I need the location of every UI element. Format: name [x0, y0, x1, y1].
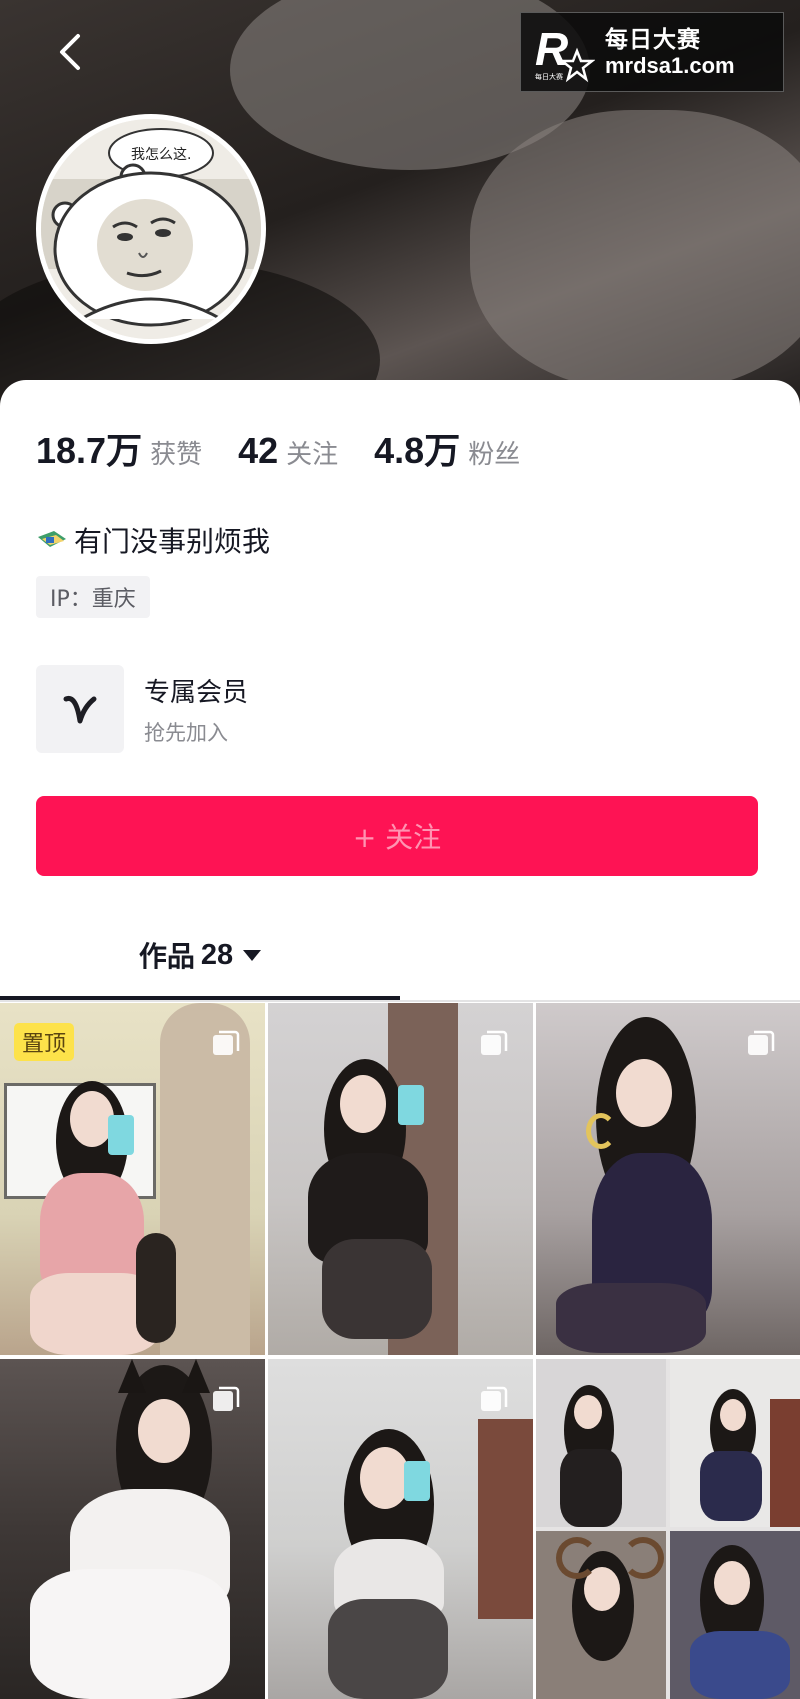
svg-text:每日大赛: 每日大赛 — [535, 72, 563, 81]
tab-divider — [0, 1000, 800, 1002]
tab-works[interactable]: 作品 28 — [0, 910, 400, 1000]
follow-button[interactable]: + 关注 — [36, 796, 758, 876]
banner-shape — [470, 110, 800, 390]
stat-value: 18.7万 — [36, 430, 143, 471]
stat-label: 粉丝 — [468, 440, 521, 470]
multi-image-icon — [481, 1386, 508, 1411]
video-tile[interactable] — [268, 1003, 533, 1355]
video-tile[interactable] — [0, 1359, 265, 1699]
video-grid: 置顶 — [0, 1003, 800, 1699]
multi-image-icon — [481, 1030, 508, 1055]
video-tile[interactable]: 置顶 — [0, 1003, 265, 1355]
video-tile[interactable] — [268, 1359, 533, 1699]
tab-works-count: 28 — [200, 938, 234, 971]
chevron-left-icon — [60, 34, 80, 70]
stat-followers[interactable]: 4.8万 粉丝 — [374, 422, 520, 474]
watermark-title: 每日大赛 — [605, 26, 701, 53]
stat-label: 关注 — [286, 440, 339, 470]
multi-image-icon — [213, 1030, 240, 1055]
caret-down-icon — [243, 949, 262, 961]
content-tabs: 作品 28 — [0, 910, 800, 1000]
video-tile[interactable] — [536, 1359, 800, 1699]
stat-label: 获赞 — [150, 440, 203, 470]
watermark-logo: R 每日大赛 — [533, 21, 596, 83]
tab-works-label: 作品 — [138, 940, 195, 973]
ip-location-tag: IP：重庆 — [36, 576, 150, 618]
multi-image-icon — [748, 1030, 775, 1055]
member-title: 专属会员 — [144, 677, 249, 708]
bio-text: 有门没事别烦我 — [74, 525, 271, 558]
watermark-url: mrdsa1.com — [605, 52, 735, 78]
video-tile[interactable] — [536, 1003, 800, 1355]
pinned-badge: 置顶 — [14, 1023, 75, 1061]
watermark: R 每日大赛 每日大赛 mrdsa1.com — [520, 12, 784, 92]
member-subtitle: 抢先加入 — [144, 720, 228, 745]
avatar-meme-image: 我怎么这. — [41, 119, 261, 339]
avatar[interactable]: 我怎么这. — [36, 114, 266, 344]
profile-stats: 18.7万 获赞 42 关注 4.8万 粉丝 — [36, 422, 556, 474]
multi-image-icon — [213, 1386, 240, 1411]
v-logo-icon — [36, 665, 124, 753]
svg-text:我怎么这.: 我怎么这. — [131, 146, 191, 163]
profile-card: 18.7万 获赞 42 关注 4.8万 粉丝 有门没事别烦我 IP：重庆 专属会… — [0, 380, 800, 1000]
stat-following[interactable]: 42 关注 — [238, 430, 338, 472]
exclusive-member-entry[interactable]: 专属会员 抢先加入 — [36, 664, 456, 754]
stat-value: 4.8万 — [374, 430, 461, 471]
stat-value: 42 — [238, 430, 279, 471]
back-button[interactable] — [50, 30, 90, 74]
profile-banner: R 每日大赛 每日大赛 mrdsa1.com 我怎么这. — [0, 0, 800, 420]
emoji-icon — [38, 531, 66, 547]
stat-likes[interactable]: 18.7万 获赞 — [36, 422, 202, 474]
profile-bio: 有门没事别烦我 — [36, 520, 270, 560]
svg-text:R: R — [535, 23, 568, 75]
